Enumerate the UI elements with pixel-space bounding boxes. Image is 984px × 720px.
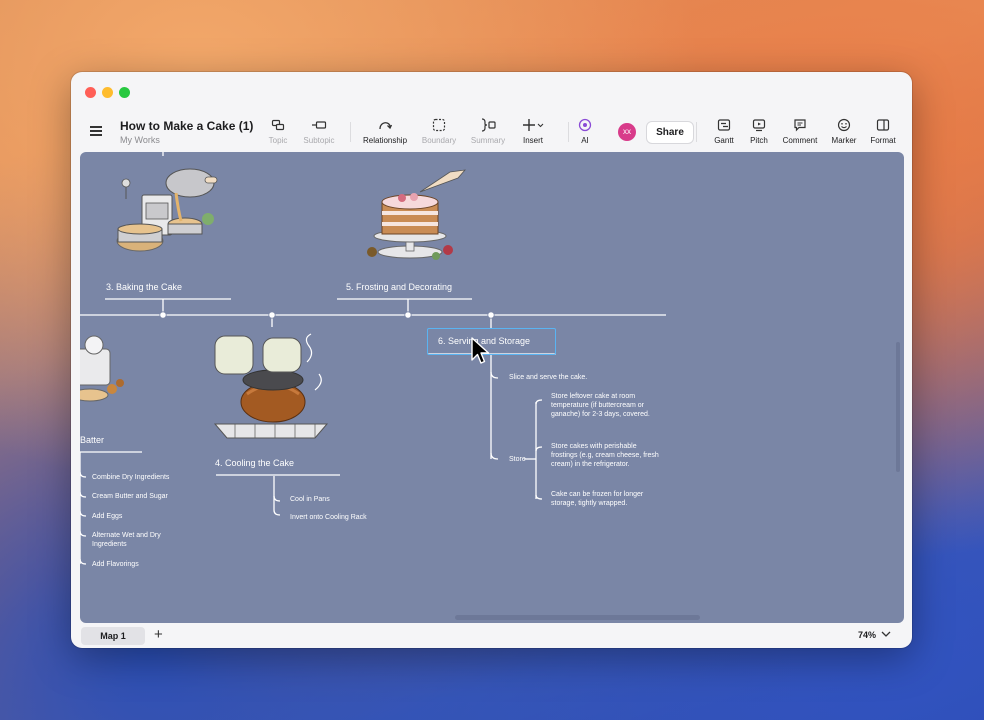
summary-icon [481,118,496,132]
plus-chevron-icon [523,119,544,131]
status-bar: Map 1 + 74% [71,623,912,648]
horizontal-scrollbar[interactable] [455,615,700,620]
toolbar-divider [350,122,351,142]
topic-icon [271,119,285,131]
topic-batter[interactable]: Batter [80,435,104,445]
relationship-button[interactable]: Relationship [355,116,415,145]
ai-button[interactable]: AI [555,116,615,145]
title-bar [71,72,912,110]
map-connectors [80,152,666,565]
add-sheet-icon[interactable]: + [154,626,163,643]
cooling-step[interactable]: Invert onto Cooling Rack [290,513,367,522]
topic-baking[interactable]: 3. Baking the Cake [106,282,182,292]
store-note[interactable]: Cake can be frozen for longer storage, t… [551,490,661,508]
app-window: How to Make a Cake (1) My Works Topic Su… [71,72,912,648]
chevron-down-icon[interactable] [881,630,891,638]
vertical-scrollbar[interactable] [896,342,900,472]
format-panel-icon [876,119,890,131]
serving-store[interactable]: Store [509,455,526,464]
ai-label: AI [581,136,589,145]
avatar[interactable]: xx [618,123,636,141]
relationship-label: Relationship [362,136,408,145]
subtopic-label: Subtopic [303,136,335,145]
zoom-level[interactable]: 74% [858,630,876,640]
topic-frosting[interactable]: 5. Frosting and Decorating [346,282,452,292]
frosting-illustration [367,169,467,260]
close-window-button[interactable] [85,87,96,98]
store-note[interactable]: Store cakes with perishable frostings (e… [551,442,661,469]
smiley-icon [837,118,851,132]
mouse-cursor-icon [471,337,490,364]
share-button[interactable]: Share [646,121,694,144]
subtopic-button[interactable]: Subtopic [289,116,349,145]
batter-step[interactable]: Alternate Wet and Dry Ingredients [92,531,187,549]
ai-sparkle-icon [578,118,592,132]
menu-icon[interactable] [90,126,102,136]
store-note[interactable]: Store leftover cake at room temperature … [551,392,661,419]
subtopic-icon [312,121,327,129]
batter-illustration [80,335,124,402]
boundary-icon [432,118,446,132]
document-title[interactable]: How to Make a Cake (1) [120,119,253,133]
cooling-step[interactable]: Cool in Pans [290,495,330,504]
cooling-illustration [213,333,329,439]
format-button[interactable]: Format [853,116,912,145]
toolbar: How to Make a Cake (1) My Works Topic Su… [71,110,912,152]
mind-map-canvas[interactable]: 3. Baking the Cake 5. Frosting and Decor… [80,152,904,623]
zoom-window-button[interactable] [119,87,130,98]
insert-label: Insert [522,136,543,145]
batter-step[interactable]: Add Eggs [92,512,122,521]
comment-icon [794,119,806,132]
batter-step[interactable]: Cream Butter and Sugar [92,492,168,501]
batter-step[interactable]: Combine Dry Ingredients [92,473,169,482]
batter-step[interactable]: Add Flavorings [92,560,139,569]
baking-illustration [116,168,218,252]
topic-cooling[interactable]: 4. Cooling the Cake [215,458,294,468]
minimize-window-button[interactable] [102,87,113,98]
document-location[interactable]: My Works [120,135,160,145]
pitch-icon [752,119,766,132]
format-label: Format [870,136,896,145]
insert-button[interactable]: Insert [503,116,563,145]
serving-slice[interactable]: Slice and serve the cake. [509,373,587,382]
tab-map-1[interactable]: Map 1 [81,627,145,645]
relationship-icon [379,122,392,130]
